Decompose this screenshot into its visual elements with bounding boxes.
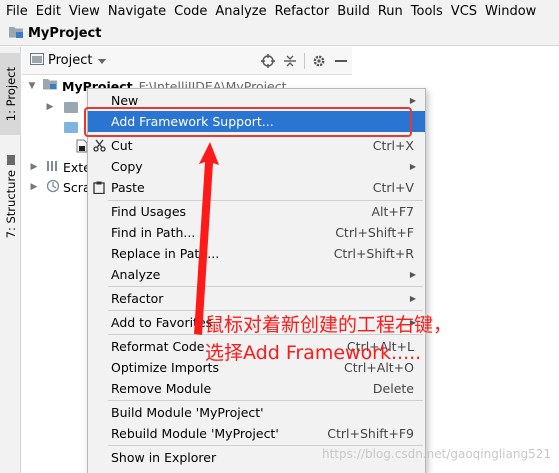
source-folder-icon — [64, 121, 78, 133]
menu-item-remove-module-label: Remove Module — [111, 381, 212, 396]
menu-item-replace-in-path[interactable]: Replace in Path... Ctrl+Shift+R — [88, 243, 425, 264]
toolbar-divider — [304, 53, 305, 69]
menu-item-replace-in-path-shortcut: Ctrl+Shift+R — [333, 246, 414, 261]
menu-item-find-in-path-label: Find in Path... — [111, 225, 196, 240]
menu-item-new[interactable]: New ▶ — [88, 90, 425, 111]
scratches-icon — [46, 179, 60, 196]
left-tool-strip: 1: Project 7: Structure — [0, 47, 21, 473]
menu-item-paste-shortcut: Ctrl+V — [372, 180, 414, 195]
tree-row-src[interactable] — [44, 117, 78, 137]
menu-item-replace-in-path-label: Replace in Path... — [111, 246, 220, 261]
menu-item-find-usages-label: Find Usages — [111, 204, 187, 219]
annotation-line-2: 选择Add Framework..... — [205, 342, 422, 364]
menu-item-refactor-label: Refactor — [111, 291, 164, 306]
tab-project[interactable]: 1: Project — [0, 53, 21, 135]
menu-item-paste[interactable]: Paste Ctrl+V — [88, 177, 425, 198]
menu-item-copy-label: Copy — [111, 159, 143, 174]
submenu-arrow-icon: ▶ — [409, 96, 416, 105]
collapse-all-icon[interactable] — [279, 50, 301, 72]
submenu-arrow-icon: ▶ — [409, 162, 416, 171]
project-view-selector[interactable]: Project — [30, 52, 107, 69]
menu-item-remove-module[interactable]: Remove Module Delete — [88, 378, 425, 399]
gear-icon[interactable] — [308, 50, 330, 72]
breadcrumb-project[interactable]: MyProject — [28, 26, 101, 41]
tree-row-idea[interactable]: ▶ — [44, 97, 78, 117]
menu-item-reformat-code-label: Reformat Code — [111, 339, 205, 354]
menu-file[interactable]: File — [0, 4, 32, 19]
menu-item-rebuild-module-label: Rebuild Module 'MyProject' — [111, 426, 279, 441]
menu-item-add-framework-support[interactable]: Add Framework Support... — [88, 111, 425, 132]
menu-divider — [108, 445, 423, 446]
tree-row-iml[interactable] — [44, 137, 88, 157]
project-view-label: Project — [48, 53, 93, 68]
menu-edit[interactable]: Edit — [32, 4, 65, 19]
menu-item-find-usages-shortcut: Alt+F7 — [371, 204, 414, 219]
menu-tools[interactable]: Tools — [407, 4, 447, 19]
scissors-icon — [91, 138, 107, 154]
menu-divider — [108, 286, 423, 287]
menu-item-cut-label: Cut — [111, 138, 133, 153]
menu-item-new-label: New — [111, 93, 139, 108]
watermark: https://blog.csdn.net/gaoqingliang521 — [322, 447, 551, 461]
library-icon — [46, 160, 60, 175]
tree-row-external-libraries[interactable]: ▶ Exte — [28, 157, 91, 177]
navigation-bar: MyProject — [0, 22, 559, 46]
project-panel-tools — [257, 47, 352, 75]
clipboard-icon — [91, 180, 107, 196]
submenu-arrow-icon: ▶ — [409, 294, 416, 303]
menu-item-show-in-explorer-label: Show in Explorer — [111, 450, 217, 465]
tab-structure-label: 7: Structure — [3, 170, 18, 239]
menu-item-optimize-imports-label: Optimize Imports — [111, 360, 220, 375]
tab-structure[interactable]: 7: Structure — [0, 147, 21, 262]
menu-item-rebuild-module-shortcut: Ctrl+Shift+F9 — [327, 426, 414, 441]
menu-item-refactor[interactable]: Refactor ▶ — [88, 288, 425, 309]
menu-item-find-in-path[interactable]: Find in Path... Ctrl+Shift+F — [88, 222, 425, 243]
menu-item-add-to-favorites-label: Add to Favorites — [111, 315, 213, 330]
project-view-icon — [30, 52, 44, 69]
hide-panel-icon[interactable] — [330, 50, 352, 72]
project-context-menu: New ▶ Add Framework Support... Cut Ctrl+… — [87, 88, 426, 473]
chevron-right-icon: ▶ — [30, 162, 38, 172]
folder-icon — [64, 101, 78, 113]
menu-analyze[interactable]: Analyze — [211, 4, 270, 19]
menu-code[interactable]: Code — [170, 4, 211, 19]
main-menubar: File Edit View Navigate Code Analyze Ref… — [0, 0, 559, 22]
menu-item-copy[interactable]: Copy ▶ — [88, 156, 425, 177]
locate-crosshair-icon[interactable] — [257, 50, 279, 72]
menu-item-cut-shortcut: Ctrl+X — [372, 138, 414, 153]
menu-item-analyze[interactable]: Analyze ▶ — [88, 264, 425, 285]
menu-window[interactable]: Window — [481, 4, 540, 19]
menu-navigate[interactable]: Navigate — [104, 4, 170, 19]
annotation-text: 鼠标对着新创建的工程右键， 选择Add Framework..... — [205, 311, 505, 367]
tree-row-scratches[interactable]: ▶ Scra — [28, 177, 91, 197]
annotation-line-1: 鼠标对着新创建的工程右键， — [205, 314, 453, 336]
menu-refactor[interactable]: Refactor — [271, 4, 334, 19]
tab-project-label: 1: Project — [3, 66, 18, 122]
menu-view[interactable]: View — [65, 4, 104, 19]
menu-item-rebuild-module[interactable]: Rebuild Module 'MyProject' Ctrl+Shift+F9 — [88, 423, 425, 444]
chevron-down-icon — [98, 53, 107, 68]
project-folder-icon — [8, 25, 24, 43]
chevron-right-icon: ▶ — [30, 182, 38, 192]
menu-run[interactable]: Run — [374, 4, 407, 19]
menu-item-remove-module-shortcut: Delete — [372, 381, 414, 396]
menu-item-build-module-label: Build Module 'MyProject' — [111, 405, 264, 420]
chevron-right-icon: ▶ — [46, 102, 54, 112]
menu-divider — [108, 400, 423, 401]
menu-build[interactable]: Build — [333, 4, 374, 19]
menu-item-analyze-label: Analyze — [111, 267, 161, 282]
menu-vcs[interactable]: VCS — [447, 4, 481, 19]
chevron-down-icon: ▼ — [28, 81, 36, 91]
menu-item-add-framework-label: Add Framework Support... — [111, 114, 274, 129]
menu-item-paste-label: Paste — [111, 180, 145, 195]
project-panel-toolbar: Project — [22, 47, 352, 75]
menu-item-find-usages[interactable]: Find Usages Alt+F7 — [88, 201, 425, 222]
menu-item-find-in-path-shortcut: Ctrl+Shift+F — [335, 225, 414, 240]
module-folder-icon — [42, 78, 58, 94]
submenu-arrow-icon: ▶ — [409, 270, 416, 279]
menu-item-cut[interactable]: Cut Ctrl+X — [88, 135, 425, 156]
menu-item-build-module[interactable]: Build Module 'MyProject' — [88, 402, 425, 423]
